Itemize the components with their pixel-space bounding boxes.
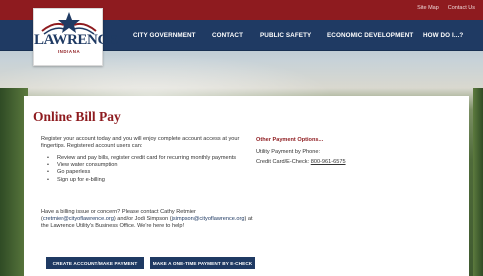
benefits-list: Review and pay bills, register credit ca… — [47, 155, 257, 184]
logo-state: INDIANA — [57, 49, 81, 54]
nav-contact[interactable]: CONTACT — [212, 32, 243, 39]
list-item: Sign up for e-billing — [47, 177, 257, 184]
list-item: Go paperless — [47, 169, 257, 176]
background-trees-right — [473, 88, 483, 276]
phone-number-link[interactable]: 800-961-6575 — [311, 159, 346, 165]
contact-text-mid: ) and/or Jodi Simpson ( — [113, 216, 172, 223]
phone-payment-line: Credit Card/E-Check: 800-961-6575 — [256, 159, 346, 165]
nav-how-do-i[interactable]: HOW DO I...? — [423, 32, 463, 39]
echeck-payment-button[interactable]: MAKE A ONE-TIME PAYMENT BY E-CHECK — [150, 257, 255, 269]
nav-economic-development[interactable]: ECONOMIC DEVELOPMENT — [327, 32, 413, 39]
list-item: View water consumption — [47, 162, 257, 169]
phone-payment-type: Credit Card/E-Check: — [256, 159, 311, 165]
email-link-simpson[interactable]: jsimpson@cityoflawrence.org — [172, 216, 245, 222]
sitemap-link[interactable]: Site Map — [417, 5, 439, 11]
other-payment-title: Other Payment Options... — [256, 137, 324, 143]
city-logo[interactable]: LAWRENCE INDIANA — [33, 8, 118, 66]
create-account-button[interactable]: CREATE ACCOUNT/MAKE PAYMENT — [46, 257, 144, 269]
page-title: Online Bill Pay — [33, 109, 121, 124]
utility-links: Site Map Contact Us — [417, 5, 475, 11]
content-panel: Online Bill Pay Register your account to… — [24, 96, 469, 276]
nav-city-government[interactable]: CITY GOVERNMENT — [133, 32, 196, 39]
list-item: Review and pay bills, register credit ca… — [47, 155, 257, 162]
contact-us-link[interactable]: Contact Us — [448, 5, 475, 11]
intro-text: Register your account today and you will… — [41, 136, 240, 150]
phone-payment-label: Utility Payment by Phone: — [256, 149, 321, 155]
nav-public-safety[interactable]: PUBLIC SAFETY — [260, 32, 311, 39]
logo-wordmark: LAWRENCE — [34, 32, 118, 48]
billing-contact-text: Have a billing issue or concern? Please … — [41, 209, 259, 231]
email-link-retmier[interactable]: cretmier@cityoflawrence.org — [43, 216, 114, 222]
